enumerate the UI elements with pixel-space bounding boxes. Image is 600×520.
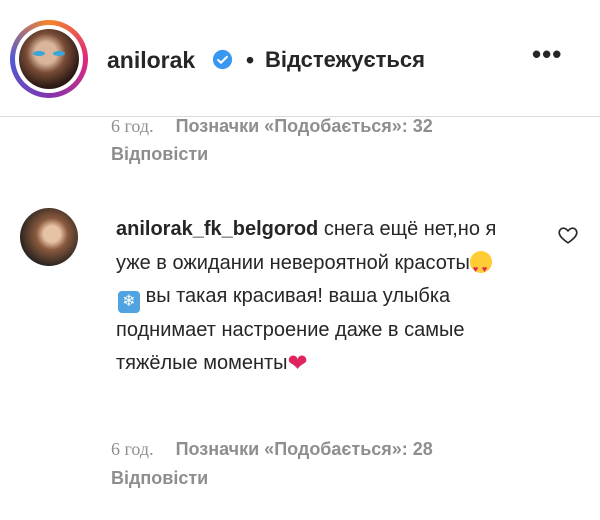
separator-dot: • xyxy=(246,47,255,73)
comment-time[interactable]: 6 год. xyxy=(111,116,154,136)
comment-meta: 6 год. Позначки «Подобається»: 28 xyxy=(111,439,433,460)
reply-button[interactable]: Відповісти xyxy=(111,468,208,489)
heart-outline-icon[interactable] xyxy=(557,224,579,246)
comment-meta: 6 год. Позначки «Подобається»: 32 xyxy=(111,116,433,137)
commenter-avatar[interactable] xyxy=(20,208,78,266)
more-options-button[interactable]: ••• xyxy=(532,39,562,70)
commenter-username[interactable]: anilorak_fk_belgorod xyxy=(116,218,318,240)
snowflake-emoji-icon: ❄ xyxy=(118,291,140,314)
author-avatar[interactable] xyxy=(10,20,88,98)
red-heart-emoji-icon: ❤ xyxy=(287,350,308,378)
heart-eyes-emoji-icon xyxy=(469,250,492,286)
comment-likes-count[interactable]: Позначки «Подобається»: 28 xyxy=(176,439,433,459)
comment-likes-count[interactable]: Позначки «Подобається»: 32 xyxy=(176,116,433,136)
author-username[interactable]: anilorak xyxy=(107,47,195,74)
comment-time[interactable]: 6 год. xyxy=(111,439,154,459)
verified-badge-icon xyxy=(212,49,233,70)
comment-body: anilorak_fk_belgorod снега ещё нет,но я … xyxy=(116,213,506,381)
follow-status-button[interactable]: Відстежується xyxy=(265,47,425,73)
reply-button[interactable]: Відповісти xyxy=(111,144,208,165)
avatar-photo xyxy=(19,29,79,89)
post-header: anilorak • Відстежується ••• xyxy=(0,0,600,117)
